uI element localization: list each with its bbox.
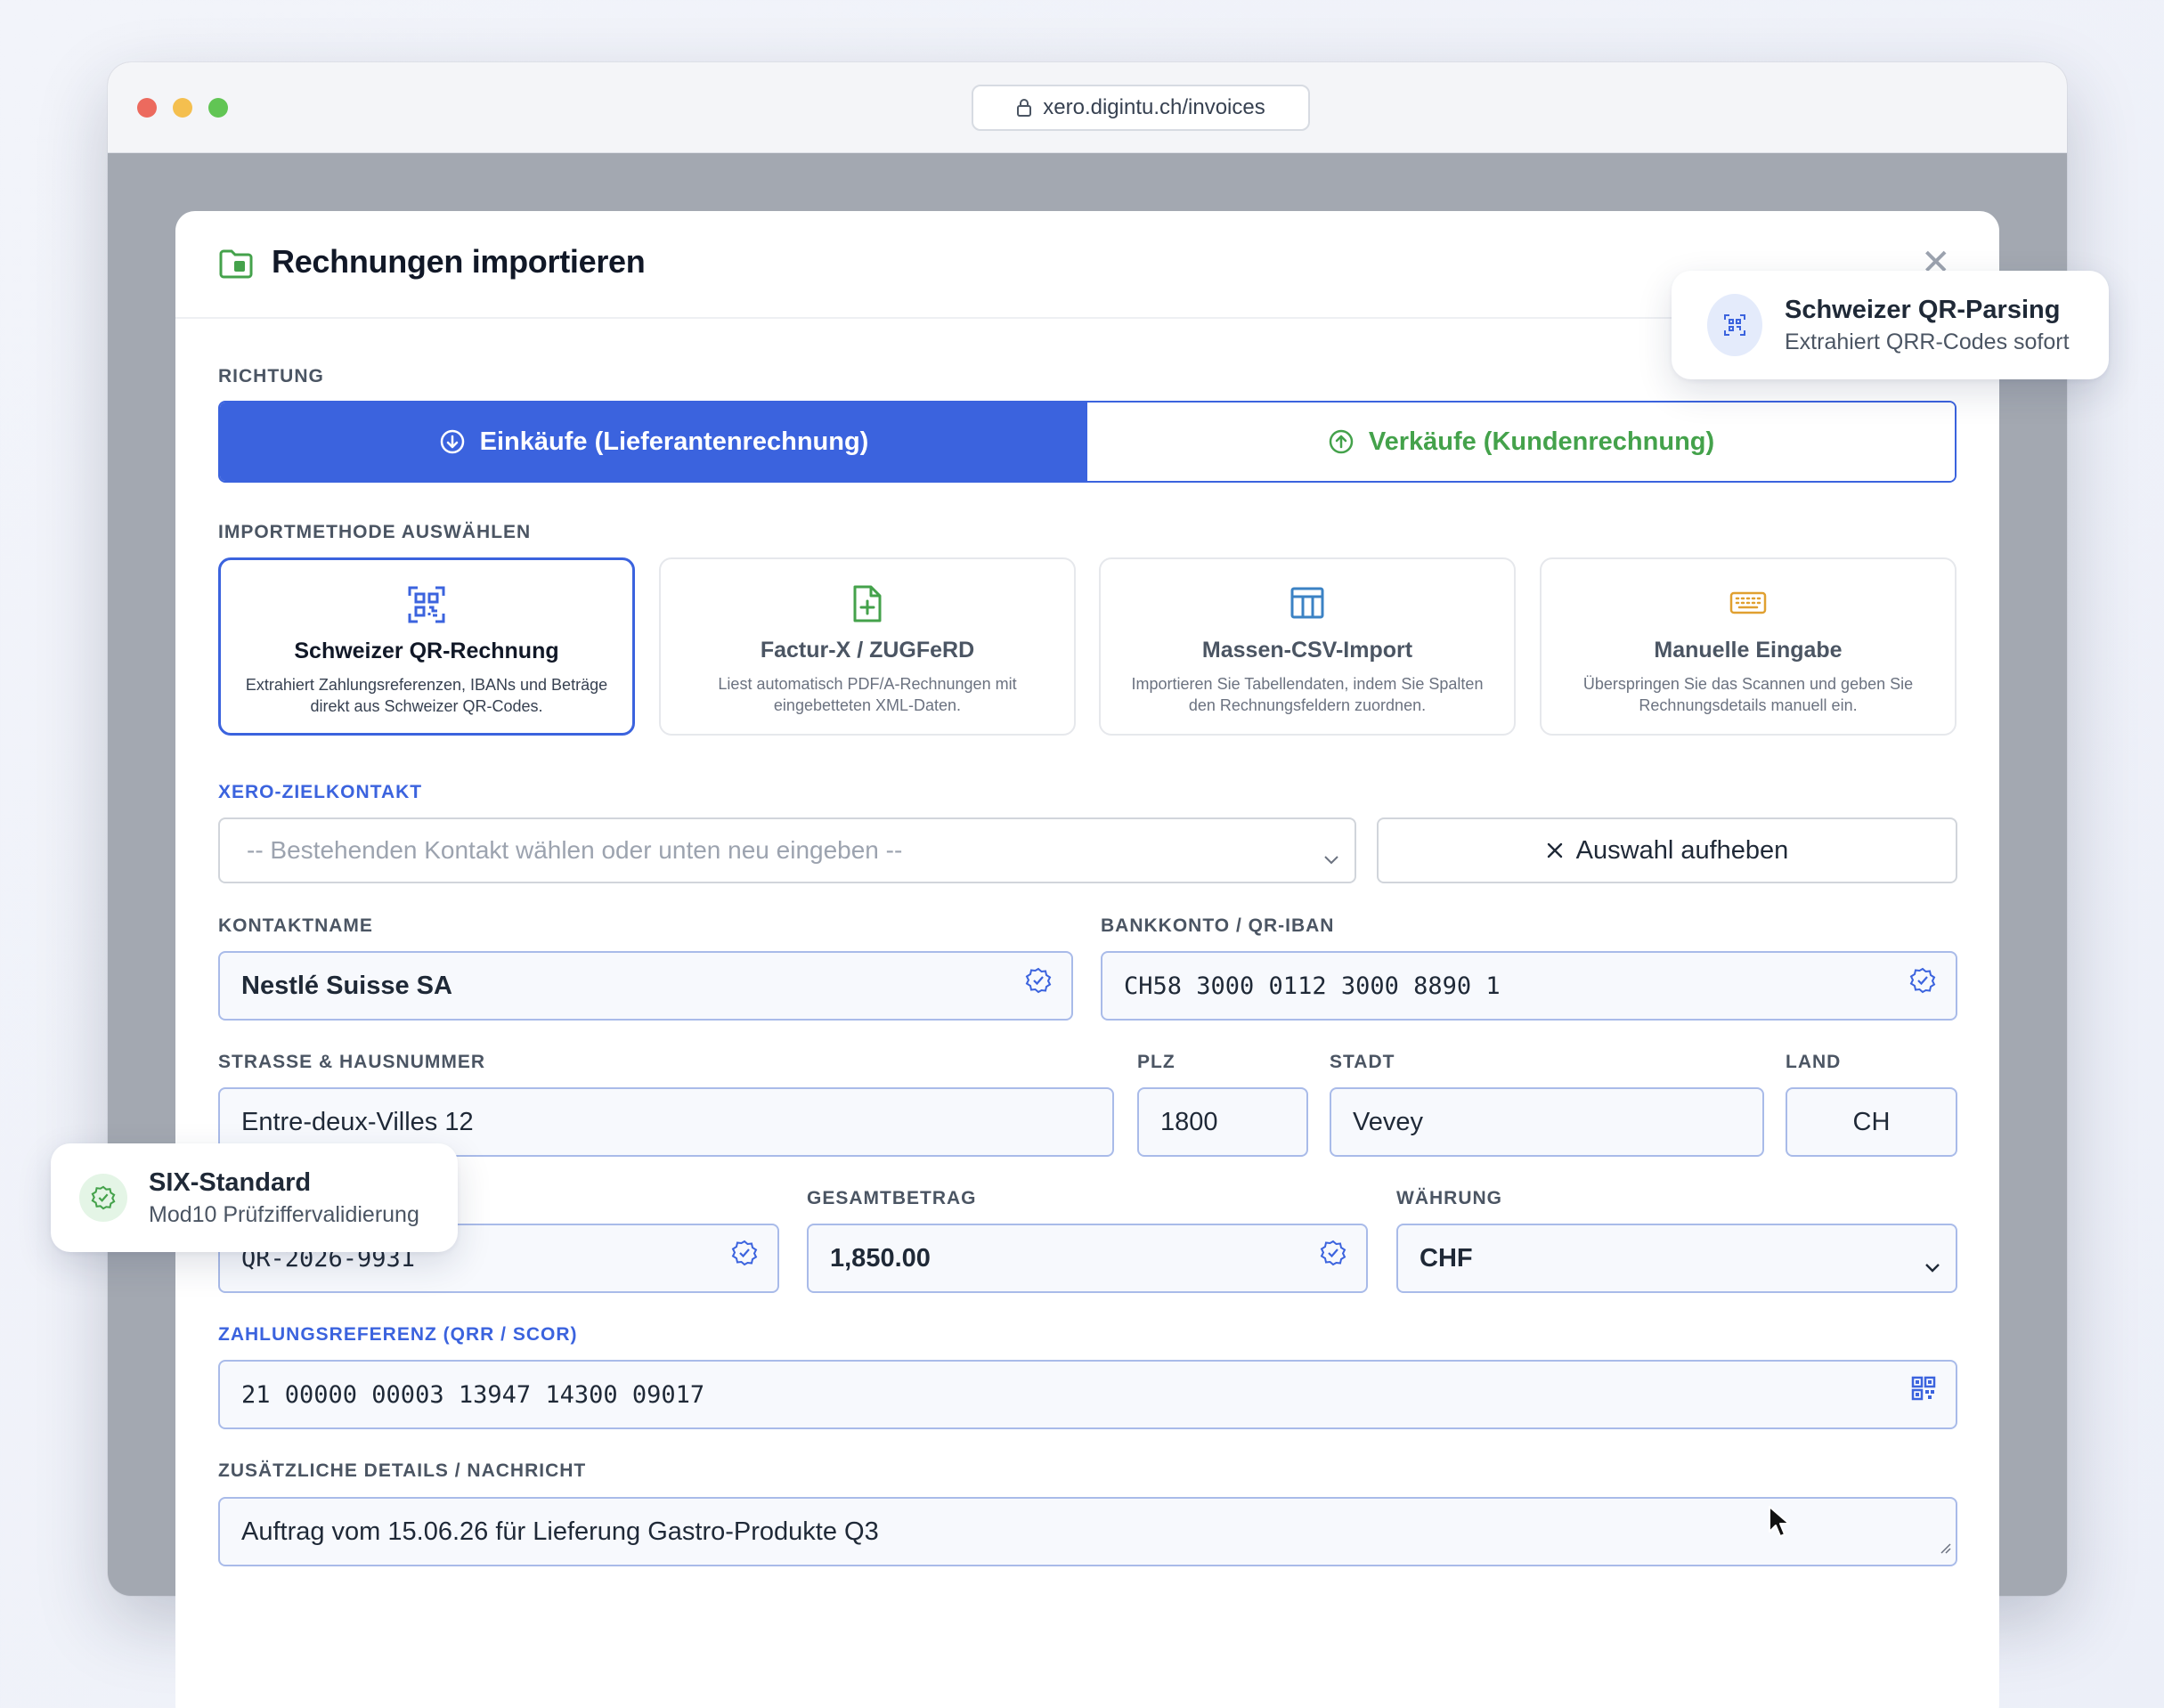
direction-sales-label: Verkäufe (Kundenrechnung) — [1368, 427, 1715, 456]
qr-parsing-badge: Schweizer QR-Parsing Extrahiert QRR-Code… — [1672, 271, 2109, 379]
contact-select[interactable]: -- Bestehenden Kontakt wählen oder unten… — [218, 817, 1356, 883]
method-card-facturx[interactable]: Factur-X / ZUGFeRD Liest automatisch PDF… — [659, 557, 1076, 736]
direction-purchases-label: Einkäufe (Lieferantenrechnung) — [479, 427, 869, 456]
resize-handle-icon[interactable] — [1938, 1533, 1952, 1562]
qr-parsing-title: Schweizer QR-Parsing — [1785, 296, 2061, 324]
verified-badge-icon — [1909, 967, 1936, 1000]
chevron-down-icon — [1924, 1252, 1941, 1281]
street-value: Entre-deux-Villes 12 — [241, 1107, 474, 1136]
method-card-manual[interactable]: Manuelle Eingabe Überspringen Sie das Sc… — [1540, 557, 1957, 736]
six-standard-subtitle: Mod10 Prüfziffervalidierung — [149, 1202, 419, 1227]
zip-label: PLZ — [1137, 1052, 1176, 1072]
url-text: xero.digintu.ch/invoices — [1043, 95, 1265, 119]
method-desc: Extrahiert Zahlungsreferenzen, IBANs und… — [245, 676, 608, 715]
verified-check-icon — [79, 1174, 127, 1222]
arrow-down-circle-icon — [440, 429, 464, 454]
keyboard-icon — [1729, 584, 1768, 626]
method-desc: Liest automatisch PDF/A-Rechnungen mit e… — [718, 675, 1017, 714]
street-label: STRASSE & HAUSNUMMER — [218, 1052, 486, 1072]
iban-label: BANKKONTO / QR-IBAN — [1101, 915, 1335, 936]
reference-label: ZAHLUNGSREFERENZ (QRR / SCOR) — [218, 1324, 578, 1345]
window-close-dot[interactable] — [137, 98, 157, 118]
chevron-down-icon — [1322, 844, 1340, 873]
city-label: STADT — [1330, 1052, 1395, 1072]
currency-value: CHF — [1420, 1243, 1473, 1273]
iban-value: CH58 3000 0112 3000 8890 1 — [1124, 972, 1501, 1000]
method-desc: Importieren Sie Tabellendaten, indem Sie… — [1131, 675, 1484, 714]
country-value: CH — [1852, 1107, 1891, 1136]
direction-label: RICHTUNG — [218, 366, 324, 386]
contact-name-field[interactable]: Nestlé Suisse SA — [218, 951, 1073, 1021]
contact-select-placeholder: -- Bestehenden Kontakt wählen oder unten… — [247, 836, 903, 864]
verified-badge-icon — [731, 1240, 758, 1273]
direction-toggle: Einkäufe (Lieferantenrechnung) Verkäufe … — [218, 401, 1957, 483]
direction-sales-button[interactable]: Verkäufe (Kundenrechnung) — [1087, 403, 1955, 481]
total-label: GESAMTBETRAG — [807, 1188, 977, 1208]
contact-name-label: KONTAKTNAME — [218, 915, 373, 936]
details-label: ZUSÄTZLICHE DETAILS / NACHRICHT — [218, 1460, 587, 1481]
verified-badge-icon — [1025, 967, 1052, 1001]
country-label: LAND — [1786, 1052, 1842, 1072]
city-field[interactable]: Vevey — [1330, 1087, 1764, 1157]
file-plus-icon — [850, 584, 885, 628]
window-maximize-dot[interactable] — [208, 98, 228, 118]
zip-field[interactable]: 1800 — [1137, 1087, 1308, 1157]
browser-titlebar: xero.digintu.ch/invoices — [108, 62, 2067, 153]
currency-select[interactable]: CHF — [1396, 1224, 1957, 1293]
six-standard-title: SIX-Standard — [149, 1168, 312, 1197]
window-minimize-dot[interactable] — [173, 98, 192, 118]
method-card-csv[interactable]: Massen-CSV-Import Importieren Sie Tabell… — [1099, 557, 1516, 736]
qr-scan-icon — [1707, 294, 1762, 356]
qr-parsing-subtitle: Extrahiert QRR-Codes sofort — [1785, 329, 2070, 354]
method-card-qr[interactable]: Schweizer QR-Rechnung Extrahiert Zahlung… — [218, 557, 635, 736]
total-value: 1,850.00 — [830, 1243, 931, 1273]
qr-code-icon — [407, 585, 446, 629]
close-icon — [1547, 842, 1562, 858]
lock-icon — [1016, 98, 1032, 118]
arrow-up-circle-icon — [1329, 429, 1354, 454]
contact-label: XERO-ZIELKONTAKT — [218, 782, 423, 802]
folder-icon — [218, 248, 254, 285]
method-title: Schweizer QR-Rechnung — [294, 638, 559, 663]
import-modal: Rechnungen importieren ✕ RICHTUNG Einkäu… — [175, 211, 1999, 1708]
address-bar[interactable]: xero.digintu.ch/invoices — [972, 85, 1310, 131]
details-textarea[interactable]: Auftrag vom 15.06.26 für Lieferung Gastr… — [218, 1497, 1957, 1566]
details-value: Auftrag vom 15.06.26 für Lieferung Gastr… — [241, 1517, 879, 1546]
country-field[interactable]: CH — [1786, 1087, 1957, 1157]
city-value: Vevey — [1353, 1107, 1423, 1136]
method-desc: Überspringen Sie das Scannen und geben S… — [1582, 675, 1914, 714]
currency-label: WÄHRUNG — [1396, 1188, 1502, 1208]
direction-purchases-button[interactable]: Einkäufe (Lieferantenrechnung) — [220, 403, 1087, 481]
method-title: Massen-CSV-Import — [1201, 638, 1413, 663]
method-title: Factur-X / ZUGFeRD — [760, 638, 975, 663]
method-label: IMPORTMETHODE AUSWÄHLEN — [218, 522, 532, 542]
zip-value: 1800 — [1160, 1107, 1218, 1136]
clear-selection-label: Auswahl aufheben — [1575, 835, 1789, 865]
reference-value: 21 00000 00003 13947 14300 09017 — [241, 1380, 705, 1409]
mouse-cursor-icon — [1768, 1505, 1791, 1543]
clear-selection-button[interactable]: Auswahl aufheben — [1377, 817, 1957, 883]
method-title: Manuelle Eingabe — [1654, 638, 1843, 663]
table-icon — [1289, 584, 1326, 626]
qr-code-icon — [1911, 1376, 1936, 1407]
six-standard-badge: SIX-Standard Mod10 Prüfziffervalidierung — [51, 1143, 458, 1252]
iban-field[interactable]: CH58 3000 0112 3000 8890 1 — [1101, 951, 1957, 1021]
total-field[interactable]: 1,850.00 — [807, 1224, 1368, 1293]
contact-name-value: Nestlé Suisse SA — [241, 971, 452, 1000]
verified-badge-icon — [1320, 1240, 1346, 1273]
modal-title: Rechnungen importieren — [272, 243, 646, 280]
reference-field[interactable]: 21 00000 00003 13947 14300 09017 — [218, 1360, 1957, 1429]
